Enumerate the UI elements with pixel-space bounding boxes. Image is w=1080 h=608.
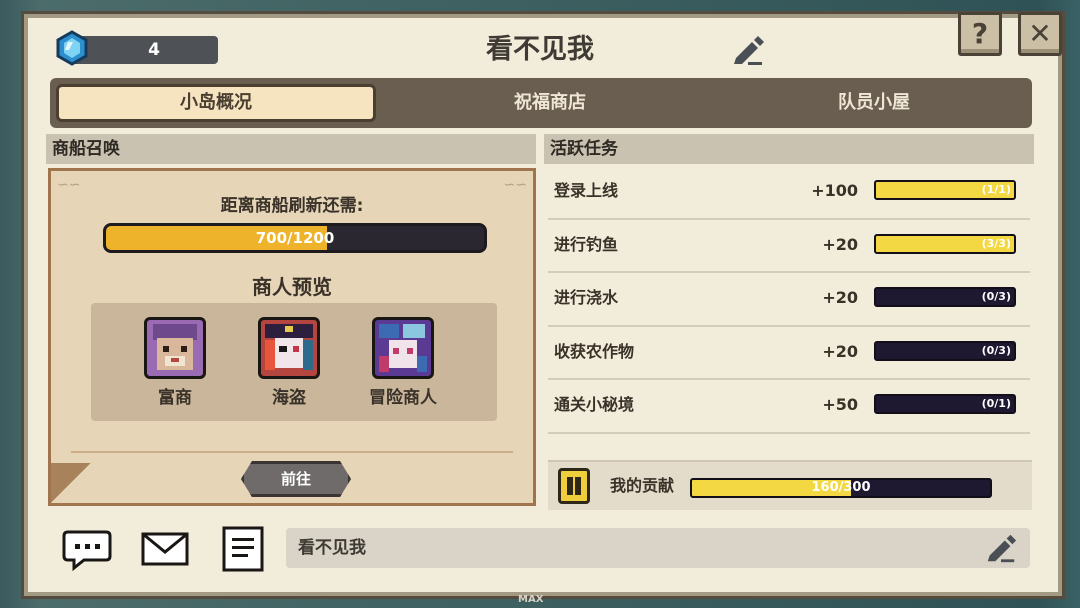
active-task-list[interactable]: 登录上线 +100 (1/1) 进行钓鱼 +20 (3/3) 进行浇水 +20 … xyxy=(548,166,1030,454)
task-reward: +50 xyxy=(822,395,858,414)
contribution-area: 我的贡献 160/300 xyxy=(548,460,1032,510)
island-name-title: 看不见我 xyxy=(486,34,594,65)
task-row: 进行钓鱼 +20 (3/3) xyxy=(548,220,1030,273)
task-name: 通关小秘境 xyxy=(554,395,635,414)
mail-icon[interactable] xyxy=(140,526,190,572)
refresh-progress-bar: 700/1200 xyxy=(103,223,487,253)
gem-count: 4 xyxy=(148,40,160,60)
gem-icon xyxy=(54,30,90,66)
signature-field[interactable]: 看不见我 xyxy=(286,528,1030,568)
tab-bar: 小岛概况 祝福商店 队员小屋 xyxy=(50,78,1032,128)
contribution-icon xyxy=(558,468,590,504)
help-icon: ? xyxy=(971,17,989,50)
tab-island-overview[interactable]: 小岛概况 xyxy=(56,84,376,122)
merchant-pirate: 海盗 xyxy=(244,317,334,408)
merchant-name: 海盗 xyxy=(272,388,306,408)
pirate-avatar-icon xyxy=(258,317,320,379)
max-label: MAX xyxy=(518,594,544,605)
go-button-label: 前往 xyxy=(280,470,311,488)
page-fold-icon xyxy=(51,463,91,503)
edit-name-icon[interactable] xyxy=(730,34,766,66)
contribution-label: 我的贡献 xyxy=(610,476,675,495)
merchant-preview-area: 富商 海盗 冒险商人 xyxy=(91,303,497,421)
tab-blessing-shop[interactable]: 祝福商店 xyxy=(390,84,710,122)
task-row: 收获农作物 +20 (0/3) xyxy=(548,327,1030,380)
task-row: 进行浇水 +20 (0/3) xyxy=(548,273,1030,327)
signature-text: 看不见我 xyxy=(298,538,366,558)
task-row: 登录上线 +100 (1/1) xyxy=(548,166,1030,220)
task-progress-bar: (3/3) xyxy=(874,233,1016,254)
rich-merchant-avatar-icon xyxy=(144,317,206,379)
close-icon: ✕ xyxy=(1028,17,1052,50)
divider xyxy=(71,451,513,453)
task-name: 收获农作物 xyxy=(554,341,635,361)
task-progress-label: (3/3) xyxy=(981,236,1011,250)
active-tasks-header: 活跃任务 xyxy=(544,134,1034,164)
task-name: 进行钓鱼 xyxy=(554,234,619,254)
refresh-progress-label: 700/1200 xyxy=(255,229,335,247)
go-button[interactable]: 前往 xyxy=(241,461,351,497)
merchant-name: 冒险商人 xyxy=(369,388,437,408)
merchant-summon-card: ∽∽ ∽∽ 距离商船刷新还需: 700/1200 商人预览 富商 海盗 冒险商人… xyxy=(48,168,536,506)
task-reward: +20 xyxy=(822,288,858,307)
task-progress-bar: (0/3) xyxy=(874,340,1016,361)
notes-icon[interactable] xyxy=(218,526,268,572)
task-progress-label: (1/1) xyxy=(981,183,1011,196)
close-button[interactable]: ✕ xyxy=(1018,12,1062,56)
contribution-progress-label: 160/300 xyxy=(811,480,871,495)
task-reward: +20 xyxy=(822,341,858,361)
task-name: 进行浇水 xyxy=(554,288,619,307)
task-row: 通关小秘境 +50 (0/1) xyxy=(548,380,1030,434)
merchant-summon-header: 商船召唤 xyxy=(46,134,536,164)
merchant-adventure: 冒险商人 xyxy=(358,317,448,408)
contribution-progress-bar: 160/300 xyxy=(690,478,992,498)
refresh-countdown-label: 距离商船刷新还需: xyxy=(220,196,364,216)
edit-signature-icon[interactable] xyxy=(984,532,1018,564)
task-progress-label: (0/3) xyxy=(981,290,1011,303)
task-name: 登录上线 xyxy=(554,181,619,200)
task-progress-bar: (1/1) xyxy=(874,180,1016,200)
task-reward: +20 xyxy=(822,234,858,254)
adventure-merchant-avatar-icon xyxy=(372,317,434,379)
merchant-rich: 富商 xyxy=(130,317,220,408)
tab-member-house[interactable]: 队员小屋 xyxy=(714,84,1034,122)
task-progress-label: (0/3) xyxy=(981,343,1011,357)
merchant-name: 富商 xyxy=(158,388,192,408)
merchant-preview-title: 商人预览 xyxy=(252,275,332,299)
help-button[interactable]: ? xyxy=(958,12,1002,56)
chat-icon[interactable] xyxy=(62,526,112,572)
task-progress-label: (0/1) xyxy=(981,397,1011,410)
task-progress-bar: (0/3) xyxy=(874,287,1016,307)
task-reward: +100 xyxy=(811,181,858,200)
task-progress-bar: (0/1) xyxy=(874,394,1016,414)
